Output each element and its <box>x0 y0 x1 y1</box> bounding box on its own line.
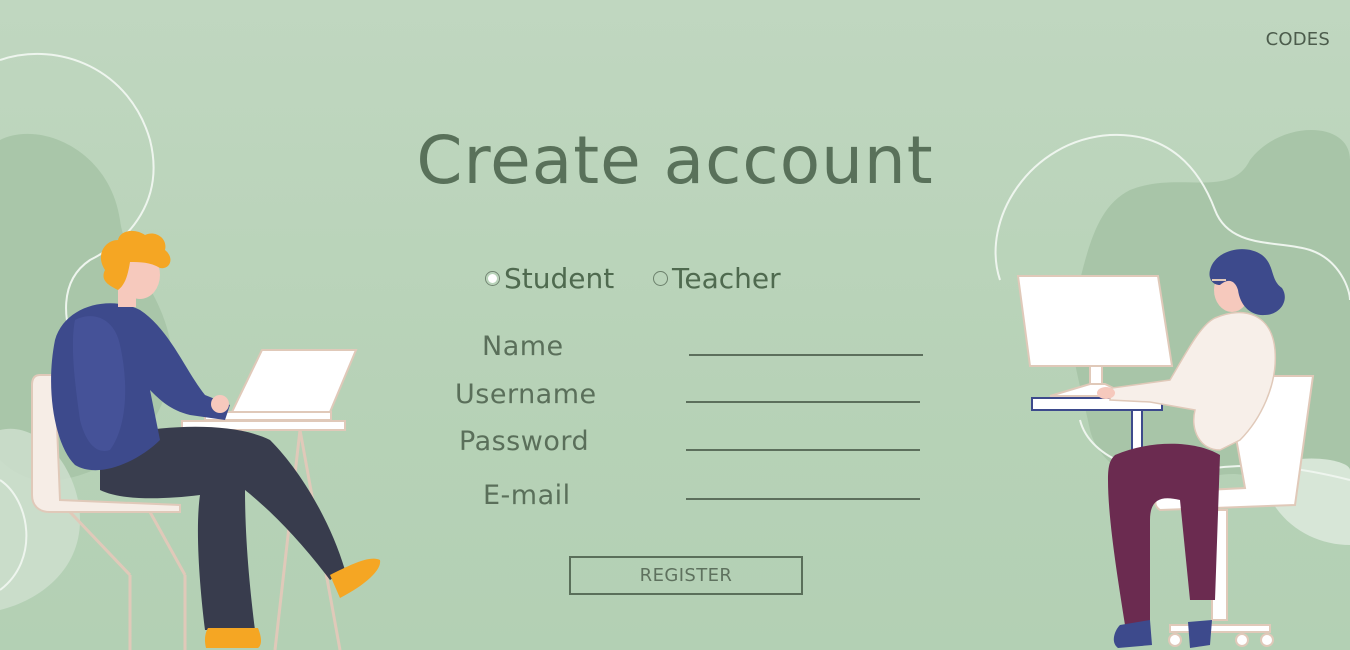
register-button[interactable]: REGISTER <box>569 556 803 595</box>
role-radio-teacher[interactable]: Teacher <box>653 262 781 295</box>
radio-selected-icon <box>485 271 500 286</box>
username-label: Username <box>455 379 597 410</box>
background-illustration <box>0 52 1350 650</box>
name-label: Name <box>482 331 564 362</box>
role-radio-group: Student Teacher <box>485 262 805 302</box>
username-input[interactable] <box>686 369 920 403</box>
role-radio-student[interactable]: Student <box>485 262 614 295</box>
password-input[interactable] <box>686 417 920 451</box>
role-radio-teacher-label: Teacher <box>672 262 781 295</box>
name-input[interactable] <box>689 322 923 356</box>
codes-link[interactable]: CODES <box>1254 29 1330 50</box>
role-radio-student-label: Student <box>504 262 615 295</box>
page-title: Create account <box>416 122 934 199</box>
email-input[interactable] <box>686 466 920 500</box>
password-label: Password <box>459 426 590 457</box>
radio-unselected-icon <box>653 271 668 286</box>
email-label: E-mail <box>483 480 571 511</box>
